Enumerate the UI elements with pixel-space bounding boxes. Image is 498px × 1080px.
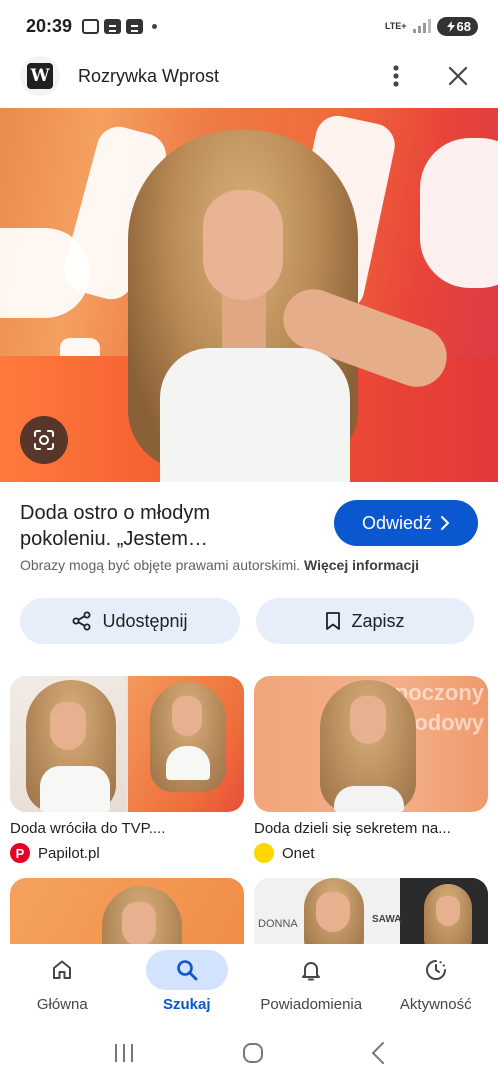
share-icon [72,611,91,631]
more-vert-icon [393,65,399,87]
site-logo[interactable]: W [20,56,60,96]
wprost-logo-icon: W [27,63,53,89]
search-icon [176,960,198,981]
more-info-link[interactable]: Więcej informacji [304,557,419,573]
activity-icon [425,960,446,980]
save-button[interactable]: Zapisz [256,598,474,644]
onet-icon [254,843,274,863]
background-graphic [0,228,90,318]
nav-label: Szukaj [162,996,211,1013]
status-notification-icons [82,18,158,34]
source-name: Onet [282,844,315,862]
chevron-right-icon [441,516,450,530]
person-figure [203,190,283,300]
sigma-icon [104,18,122,34]
viewer-header: W Rozrywka Wprost [0,52,498,100]
signal-icon [412,19,431,33]
copyright-notice: Obrazy mogą być objęte prawami autorskim… [20,557,490,573]
save-label: Zapisz [351,610,405,631]
network-type: LTE+ [384,20,407,31]
close-icon [449,67,467,85]
nav-item-home[interactable]: Główna [0,944,125,1026]
pinterest-icon: P [10,843,30,863]
home-button-icon[interactable] [241,1041,265,1065]
battery-indicator: 68 [436,16,478,36]
visit-label: Odwiedź [361,512,433,533]
related-image-card[interactable]: Doda wróciła do TVP.... P Papilot.pl [10,676,244,863]
related-image-title: Doda dzieli się sekretem na... [254,820,451,837]
image-title-line: pokoleniu. „Jestem… [20,528,208,550]
nav-label: Główna [36,996,88,1013]
nav-item-notifications[interactable]: Powiadomienia [249,944,374,1026]
system-navigation-bar [0,1026,498,1080]
background-graphic [420,138,498,288]
nav-label: Aktywność [399,996,472,1013]
image-title-line: Doda ostro o młodym [20,502,211,524]
app-notification-icon [126,18,144,34]
nav-item-search[interactable]: Szukaj [125,944,250,1026]
bell-icon [302,962,321,981]
home-icon [53,960,72,979]
lens-icon [34,430,54,450]
related-image-source: Onet [254,843,488,863]
nav-label: Powiadomienia [260,996,363,1013]
site-name[interactable]: Rozrywka Wprost [78,66,219,87]
share-button[interactable]: Udostępnij [20,598,240,644]
image-title[interactable]: Doda ostro o młodym pokoleniu. „Jestem… [20,500,320,552]
bottom-navigation: Główna Szukaj Powiadomienia Aktywność [0,944,498,1026]
status-system-icons: LTE+ 68 [384,16,478,36]
person-figure [160,348,350,482]
status-time: 20:39 [26,15,73,36]
screenshot-icon [82,18,100,34]
bookmark-icon [326,612,341,630]
thumbnail-text: SAWA [372,914,402,925]
back-icon[interactable] [370,1041,386,1065]
google-lens-button[interactable] [20,416,68,464]
related-image-thumbnail[interactable]: Rozpoczony Podowy [254,676,488,812]
share-label: Udostępnij [102,610,188,631]
visit-button[interactable]: Odwiedź [334,500,478,546]
related-image-source: P Papilot.pl [10,843,244,863]
related-image-thumbnail[interactable] [10,676,244,812]
more-options-button[interactable] [376,56,416,96]
nav-item-activity[interactable]: Aktywność [374,944,498,1026]
status-bar: 20:39 LTE+ 68 [0,0,498,52]
related-image-title: Doda wróciła do TVP.... [10,820,166,837]
battery-level: 68 [456,18,471,34]
more-notifications-dot-icon [152,23,158,29]
source-name: Papilot.pl [38,844,100,862]
copyright-text: Obrazy mogą być objęte prawami autorskim… [20,557,301,573]
main-image[interactable] [0,108,498,482]
related-image-card[interactable]: Rozpoczony Podowy Doda dzieli się sekret… [254,676,488,863]
thumbnail-text: DONNA [258,918,298,930]
close-button[interactable] [438,56,478,96]
battery-bolt-icon [446,20,455,32]
recent-apps-icon[interactable] [112,1042,136,1064]
